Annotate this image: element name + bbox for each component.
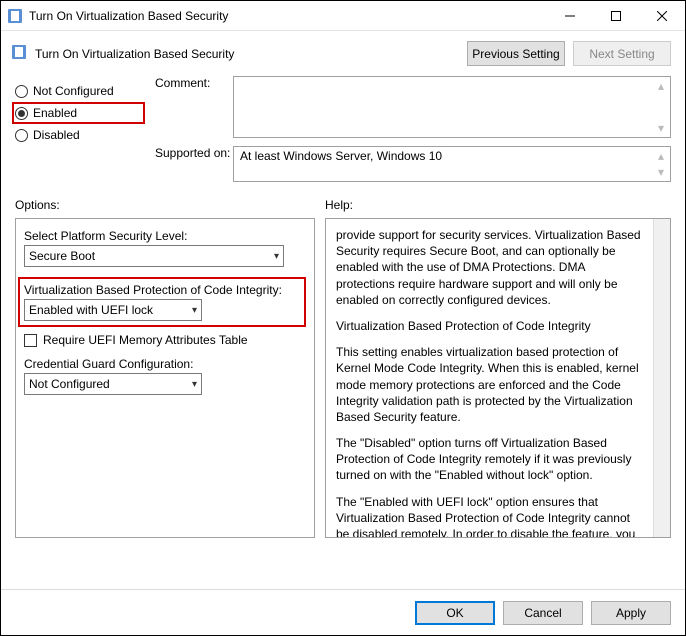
ok-button[interactable]: OK	[415, 601, 495, 625]
options-panel: Select Platform Security Level: Secure B…	[15, 218, 315, 538]
close-button[interactable]	[639, 1, 685, 31]
uefi-memory-checkbox[interactable]: Require UEFI Memory Attributes Table	[24, 333, 306, 347]
options-label: Options:	[15, 198, 315, 218]
radio-icon	[15, 129, 28, 142]
vbpci-dropdown[interactable]: Enabled with UEFI lock ▾	[24, 299, 202, 321]
help-paragraph: The "Disabled" option turns off Virtuali…	[336, 435, 646, 484]
window-title: Turn On Virtualization Based Security	[29, 9, 547, 23]
radio-enabled[interactable]: Enabled	[12, 102, 145, 124]
help-panel: provide support for security services. V…	[325, 218, 671, 538]
dropdown-value: Not Configured	[29, 377, 110, 391]
radio-not-configured[interactable]: Not Configured	[15, 80, 145, 102]
platform-security-label: Select Platform Security Level:	[24, 229, 306, 243]
chevron-down-icon: ▾	[274, 251, 279, 262]
chevron-down-icon: ▾	[192, 305, 197, 316]
policy-app-icon	[7, 8, 23, 24]
dialog-footer: OK Cancel Apply	[1, 589, 685, 635]
credential-guard-dropdown[interactable]: Not Configured ▾	[24, 373, 202, 395]
titlebar: Turn On Virtualization Based Security	[1, 1, 685, 31]
help-paragraph: This setting enables virtualization base…	[336, 344, 646, 425]
previous-setting-button[interactable]: Previous Setting	[467, 41, 565, 66]
radio-icon	[15, 107, 28, 120]
checkbox-label: Require UEFI Memory Attributes Table	[43, 333, 248, 347]
help-paragraph: provide support for security services. V…	[336, 227, 646, 308]
help-paragraph: The "Enabled with UEFI lock" option ensu…	[336, 494, 646, 538]
radio-disabled[interactable]: Disabled	[15, 124, 145, 146]
apply-button[interactable]: Apply	[591, 601, 671, 625]
radio-label: Enabled	[33, 106, 77, 120]
vbpci-group: Virtualization Based Protection of Code …	[18, 277, 306, 327]
checkbox-icon	[24, 334, 37, 347]
help-paragraph: Virtualization Based Protection of Code …	[336, 318, 646, 334]
policy-icon	[11, 44, 27, 63]
chevron-down-icon: ▾	[658, 165, 664, 179]
supported-on-box: At least Windows Server, Windows 10 ▴ ▾	[233, 146, 671, 182]
chevron-down-icon: ▾	[192, 379, 197, 390]
supported-on-value: At least Windows Server, Windows 10	[240, 149, 442, 163]
radio-icon	[15, 85, 28, 98]
minimize-button[interactable]	[547, 1, 593, 31]
maximize-button[interactable]	[593, 1, 639, 31]
help-text: provide support for security services. V…	[336, 227, 660, 538]
radio-label: Not Configured	[33, 84, 114, 98]
help-label: Help:	[325, 198, 671, 218]
vbpci-label: Virtualization Based Protection of Code …	[24, 283, 300, 297]
dropdown-value: Secure Boot	[29, 249, 95, 263]
chevron-up-icon: ▴	[658, 79, 664, 93]
policy-header: Turn On Virtualization Based Security Pr…	[1, 31, 685, 76]
comment-label: Comment:	[155, 76, 233, 90]
state-radio-group: Not Configured Enabled Disabled	[15, 76, 145, 190]
scrollbar[interactable]	[653, 219, 670, 537]
chevron-up-icon: ▴	[658, 149, 664, 163]
comment-textarea[interactable]: ▴▾	[233, 76, 671, 138]
radio-label: Disabled	[33, 128, 80, 142]
policy-title: Turn On Virtualization Based Security	[35, 47, 459, 61]
cancel-button[interactable]: Cancel	[503, 601, 583, 625]
platform-security-dropdown[interactable]: Secure Boot ▾	[24, 245, 284, 267]
supported-on-label: Supported on:	[155, 146, 233, 160]
next-setting-button: Next Setting	[573, 41, 671, 66]
credential-guard-label: Credential Guard Configuration:	[24, 357, 306, 371]
chevron-down-icon: ▾	[658, 121, 664, 135]
dropdown-value: Enabled with UEFI lock	[29, 303, 153, 317]
